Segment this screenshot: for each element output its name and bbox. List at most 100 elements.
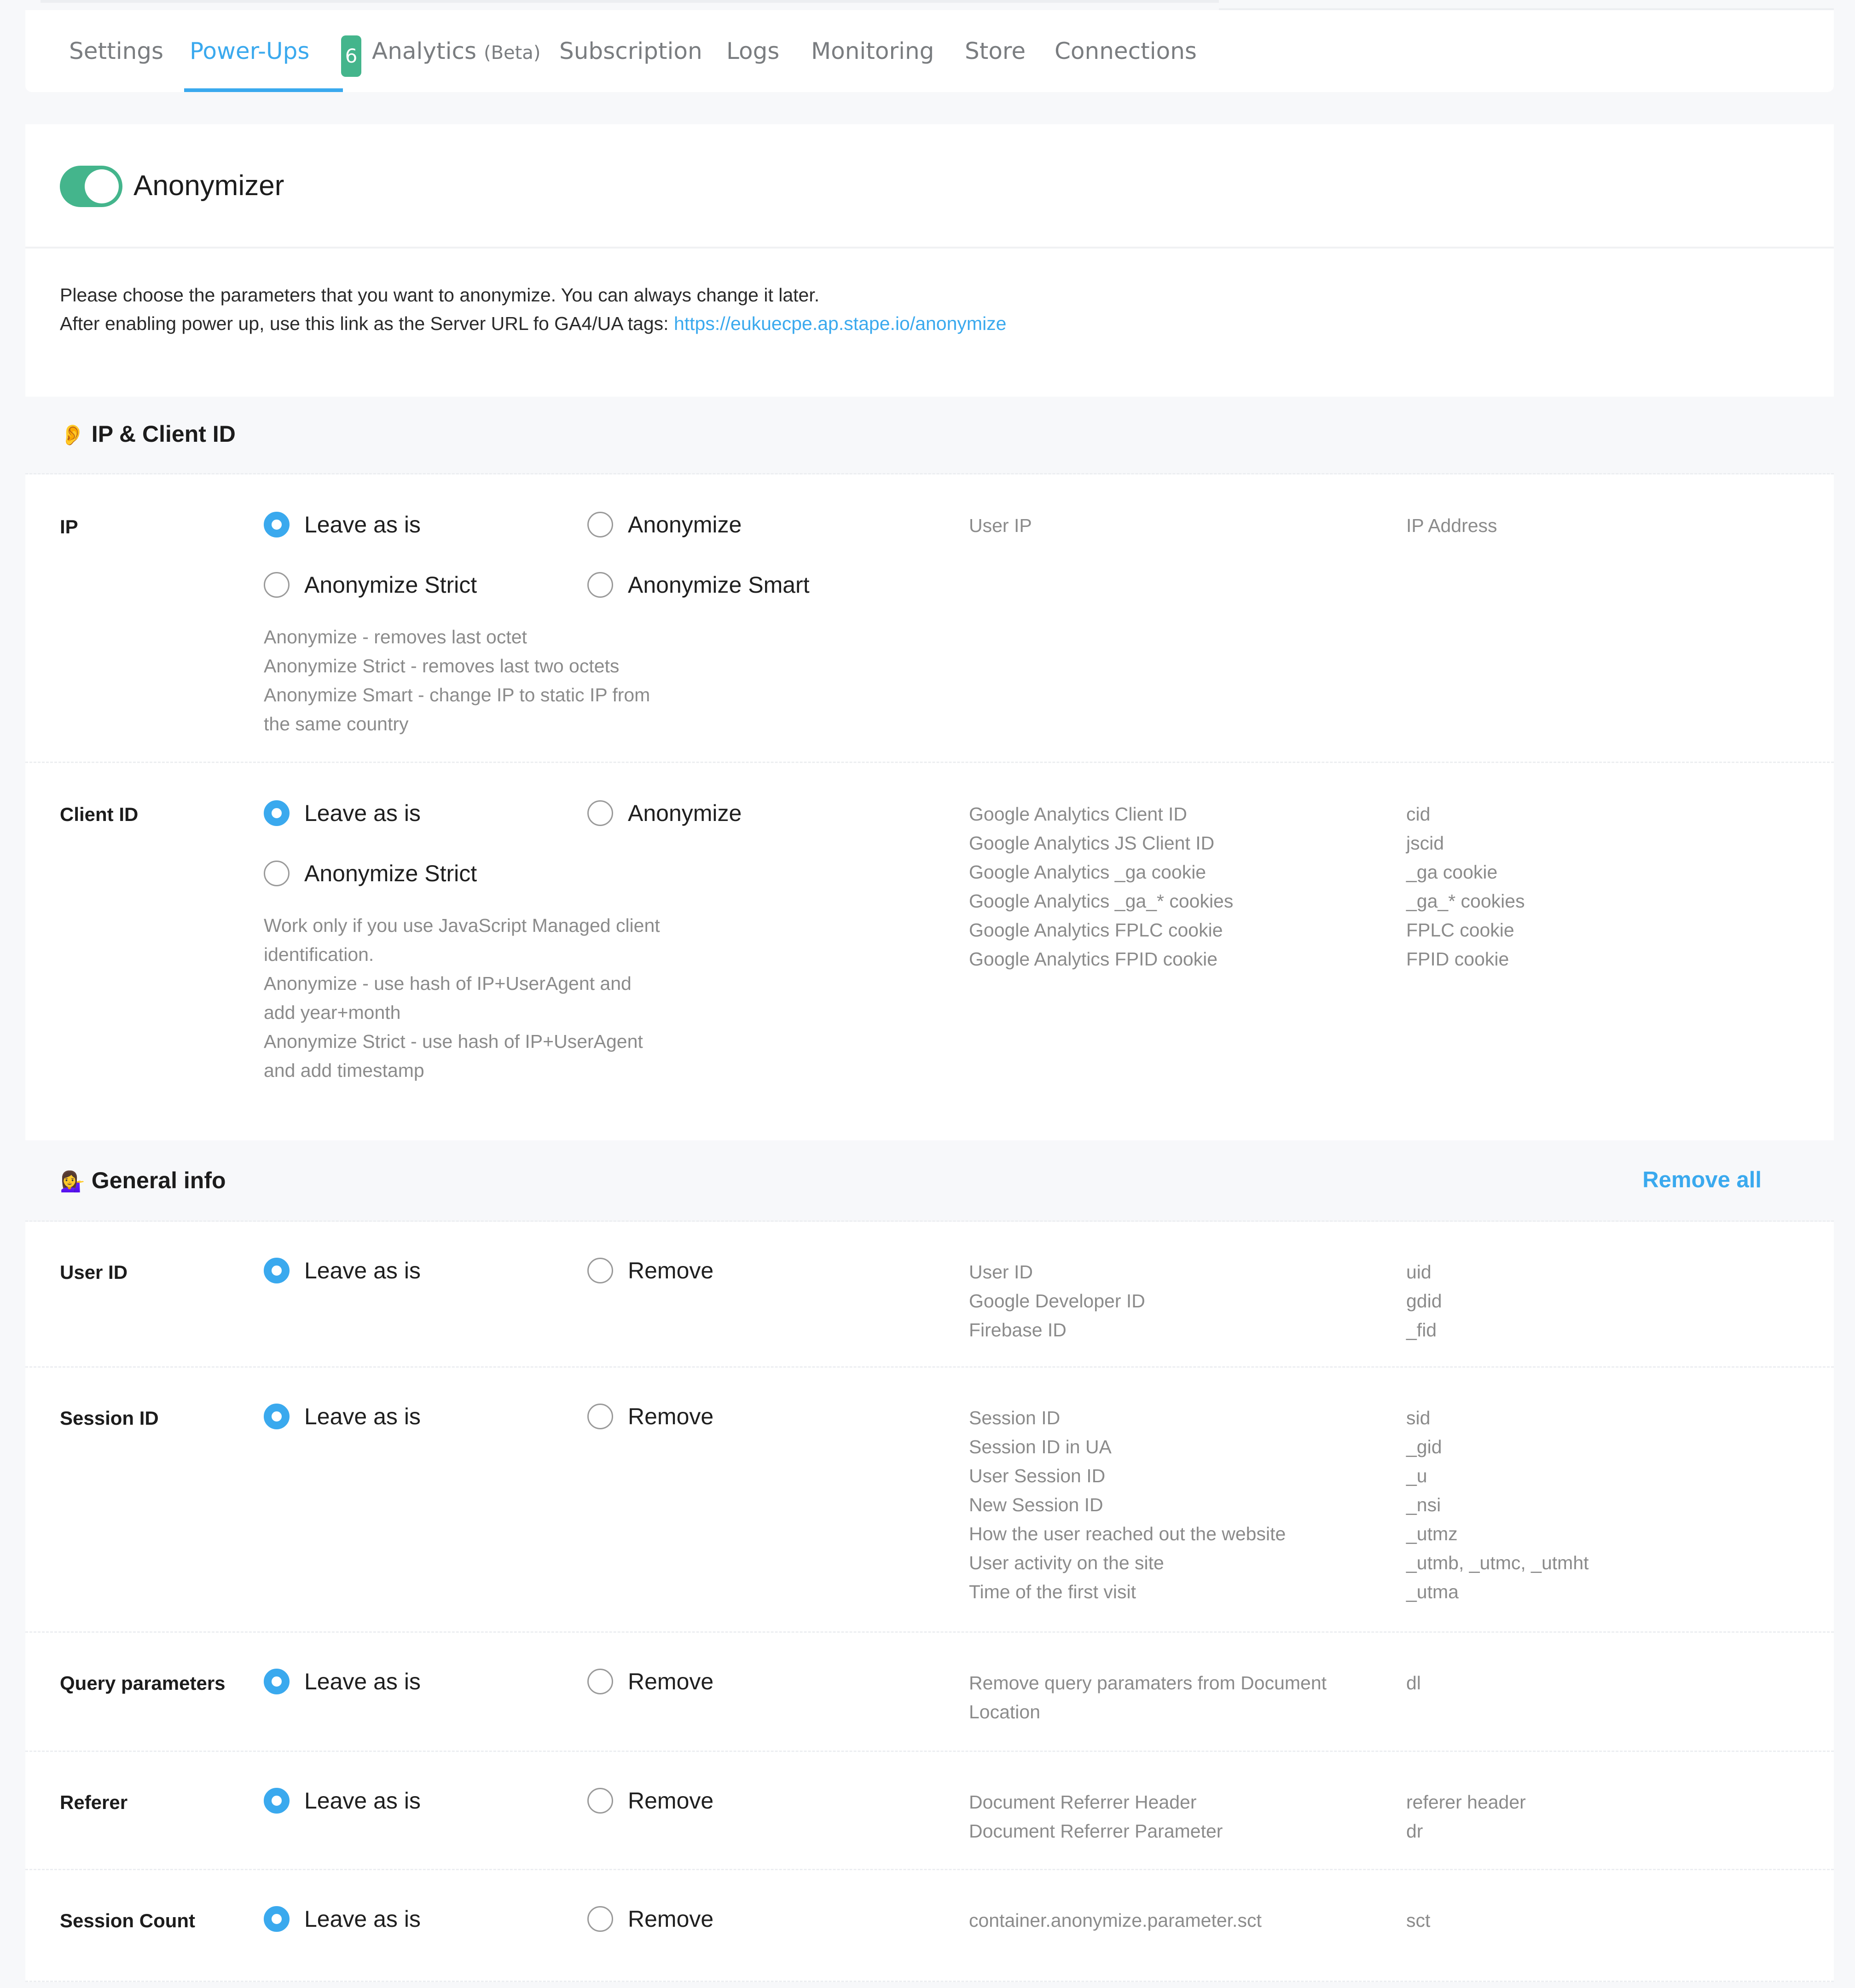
tab-connections[interactable]: Connections <box>1055 38 1197 64</box>
row-label: IP <box>60 516 78 537</box>
description-item: Time of the first visit <box>969 1581 1136 1602</box>
description-item: New Session ID <box>969 1494 1103 1515</box>
radio-dot <box>264 1669 290 1694</box>
param-item: _fid <box>1406 1319 1437 1341</box>
radio-label: Anonymize Strict <box>304 572 477 598</box>
query-params: dl <box>1406 1669 1421 1698</box>
radio-client-leave[interactable]: Leave as is <box>264 800 421 826</box>
row-label: Referer <box>60 1792 128 1813</box>
anonymizer-toggle[interactable] <box>60 166 122 207</box>
radio-label: Leave as is <box>304 1258 421 1283</box>
param-item: cid <box>1406 803 1431 825</box>
radio-dot <box>587 1669 613 1694</box>
param-item: _utma <box>1406 1581 1459 1602</box>
param-item: _utmz <box>1406 1523 1458 1544</box>
radio-ip-smart[interactable]: Anonymize Smart <box>587 572 810 598</box>
row-user-id: User ID Leave as is Remove User ID Googl… <box>25 1222 1834 1368</box>
tab-store[interactable]: Store <box>965 38 1026 64</box>
section-header-ip-client: 👂 IP & Client ID <box>25 397 1834 474</box>
radio-user-id-remove[interactable]: Remove <box>587 1257 713 1284</box>
param-item: referer header <box>1406 1792 1526 1813</box>
radio-dot <box>264 1258 290 1283</box>
radio-session-id-leave[interactable]: Leave as is <box>264 1403 421 1430</box>
radio-query-leave[interactable]: Leave as is <box>264 1668 421 1695</box>
client-id-descriptions: Google Analytics Client ID Google Analyt… <box>969 800 1233 974</box>
session-count-params: sct <box>1406 1906 1430 1935</box>
radio-query-remove[interactable]: Remove <box>587 1668 713 1695</box>
powerup-title: Anonymizer <box>133 170 284 202</box>
radio-dot <box>587 1788 613 1814</box>
ip-params: IP Address <box>1406 511 1497 540</box>
referer-descriptions: Document Referrer Header Document Referr… <box>969 1788 1223 1846</box>
radio-session-count-remove[interactable]: Remove <box>587 1906 713 1932</box>
radio-ip-strict[interactable]: Anonymize Strict <box>264 572 477 598</box>
row-session-count: Session Count Leave as is Remove contain… <box>25 1870 1834 1982</box>
server-url-text: After enabling power up, use this link a… <box>60 313 1006 335</box>
radio-ip-anonymize[interactable]: Anonymize <box>587 511 742 538</box>
param-item: _ga_* cookies <box>1406 890 1525 912</box>
section-title: 💁‍♀️ General info <box>60 1167 226 1194</box>
description-item: Document Referrer Parameter <box>969 1820 1223 1842</box>
tab-power-ups[interactable]: Power-Ups <box>190 38 309 64</box>
row-referer: Referer Leave as is Remove Document Refe… <box>25 1752 1834 1870</box>
server-url-link[interactable]: https://eukuecpe.ap.stape.io/anonymize <box>674 313 1007 334</box>
param-item: dr <box>1406 1820 1423 1842</box>
description-item: Location <box>969 1701 1041 1722</box>
row-label: Query parameters <box>60 1672 226 1694</box>
radio-label: Leave as is <box>304 1788 421 1814</box>
param-item: _nsi <box>1406 1494 1441 1515</box>
radio-label: Leave as is <box>304 1404 421 1429</box>
powerup-header <box>25 124 1834 248</box>
description-item: Google Analytics JS Client ID <box>969 832 1215 854</box>
param-item: IP Address <box>1406 515 1497 536</box>
radio-label: Remove <box>628 1906 714 1932</box>
description-item: Google Analytics FPLC cookie <box>969 919 1223 941</box>
remove-all-button[interactable]: Remove all <box>1642 1167 1762 1193</box>
row-ip: IP Leave as is Anonymize Anonymize Stric… <box>25 474 1834 763</box>
radio-ip-leave[interactable]: Leave as is <box>264 511 421 538</box>
ip-help-text: Anonymize - removes last octet Anonymize… <box>264 626 650 734</box>
radio-user-id-leave[interactable]: Leave as is <box>264 1257 421 1284</box>
param-item: _ga cookie <box>1406 861 1498 883</box>
tab-monitoring[interactable]: Monitoring <box>811 38 934 64</box>
description-item: How the user reached out the website <box>969 1523 1286 1544</box>
power-ups-count-badge: 6 <box>341 35 361 77</box>
param-item: jscid <box>1406 832 1444 854</box>
row-label: Client ID <box>60 803 139 825</box>
tab-subscription[interactable]: Subscription <box>559 38 702 64</box>
description-item: User ID <box>969 1261 1033 1283</box>
tab-analytics[interactable]: Analytics (Beta) <box>372 38 540 64</box>
row-label: Session Count <box>60 1910 196 1931</box>
param-item: _u <box>1406 1465 1427 1486</box>
row-query-parameters: Query parameters Leave as is Remove Remo… <box>25 1633 1834 1752</box>
session-id-descriptions: Session ID Session ID in UA User Session… <box>969 1404 1286 1607</box>
radio-label: Remove <box>628 1404 714 1429</box>
description-item: Firebase ID <box>969 1319 1067 1341</box>
radio-referer-remove[interactable]: Remove <box>587 1787 713 1814</box>
radio-session-count-leave[interactable]: Leave as is <box>264 1906 421 1932</box>
session-id-params: sid _gid _u _nsi _utmz _utmb, _utmc, _ut… <box>1406 1404 1589 1607</box>
param-item: uid <box>1406 1261 1432 1283</box>
row-label: User ID <box>60 1261 128 1283</box>
tab-settings[interactable]: Settings <box>69 38 163 64</box>
param-item: sid <box>1406 1407 1431 1428</box>
page-gutter <box>1834 0 1855 1988</box>
radio-label: Anonymize Strict <box>304 861 477 886</box>
description-item: Google Developer ID <box>969 1290 1145 1312</box>
server-url-prefix: After enabling power up, use this link a… <box>60 313 674 334</box>
description-item: Google Analytics FPID cookie <box>969 948 1218 970</box>
radio-session-id-remove[interactable]: Remove <box>587 1403 713 1430</box>
radio-referer-leave[interactable]: Leave as is <box>264 1787 421 1814</box>
radio-label: Leave as is <box>304 800 421 826</box>
row-label: Session ID <box>60 1407 159 1429</box>
user-id-params: uid gdid _fid <box>1406 1258 1442 1345</box>
radio-label: Remove <box>628 1788 714 1814</box>
ip-descriptions: User IP <box>969 511 1032 540</box>
tab-logs[interactable]: Logs <box>726 38 779 64</box>
radio-dot <box>587 1906 613 1932</box>
radio-client-anonymize[interactable]: Anonymize <box>587 800 742 826</box>
query-descriptions: Remove query paramaters from Document Lo… <box>969 1669 1327 1727</box>
radio-client-strict[interactable]: Anonymize Strict <box>264 860 477 887</box>
radio-dot <box>264 861 290 886</box>
radio-dot <box>587 512 613 537</box>
